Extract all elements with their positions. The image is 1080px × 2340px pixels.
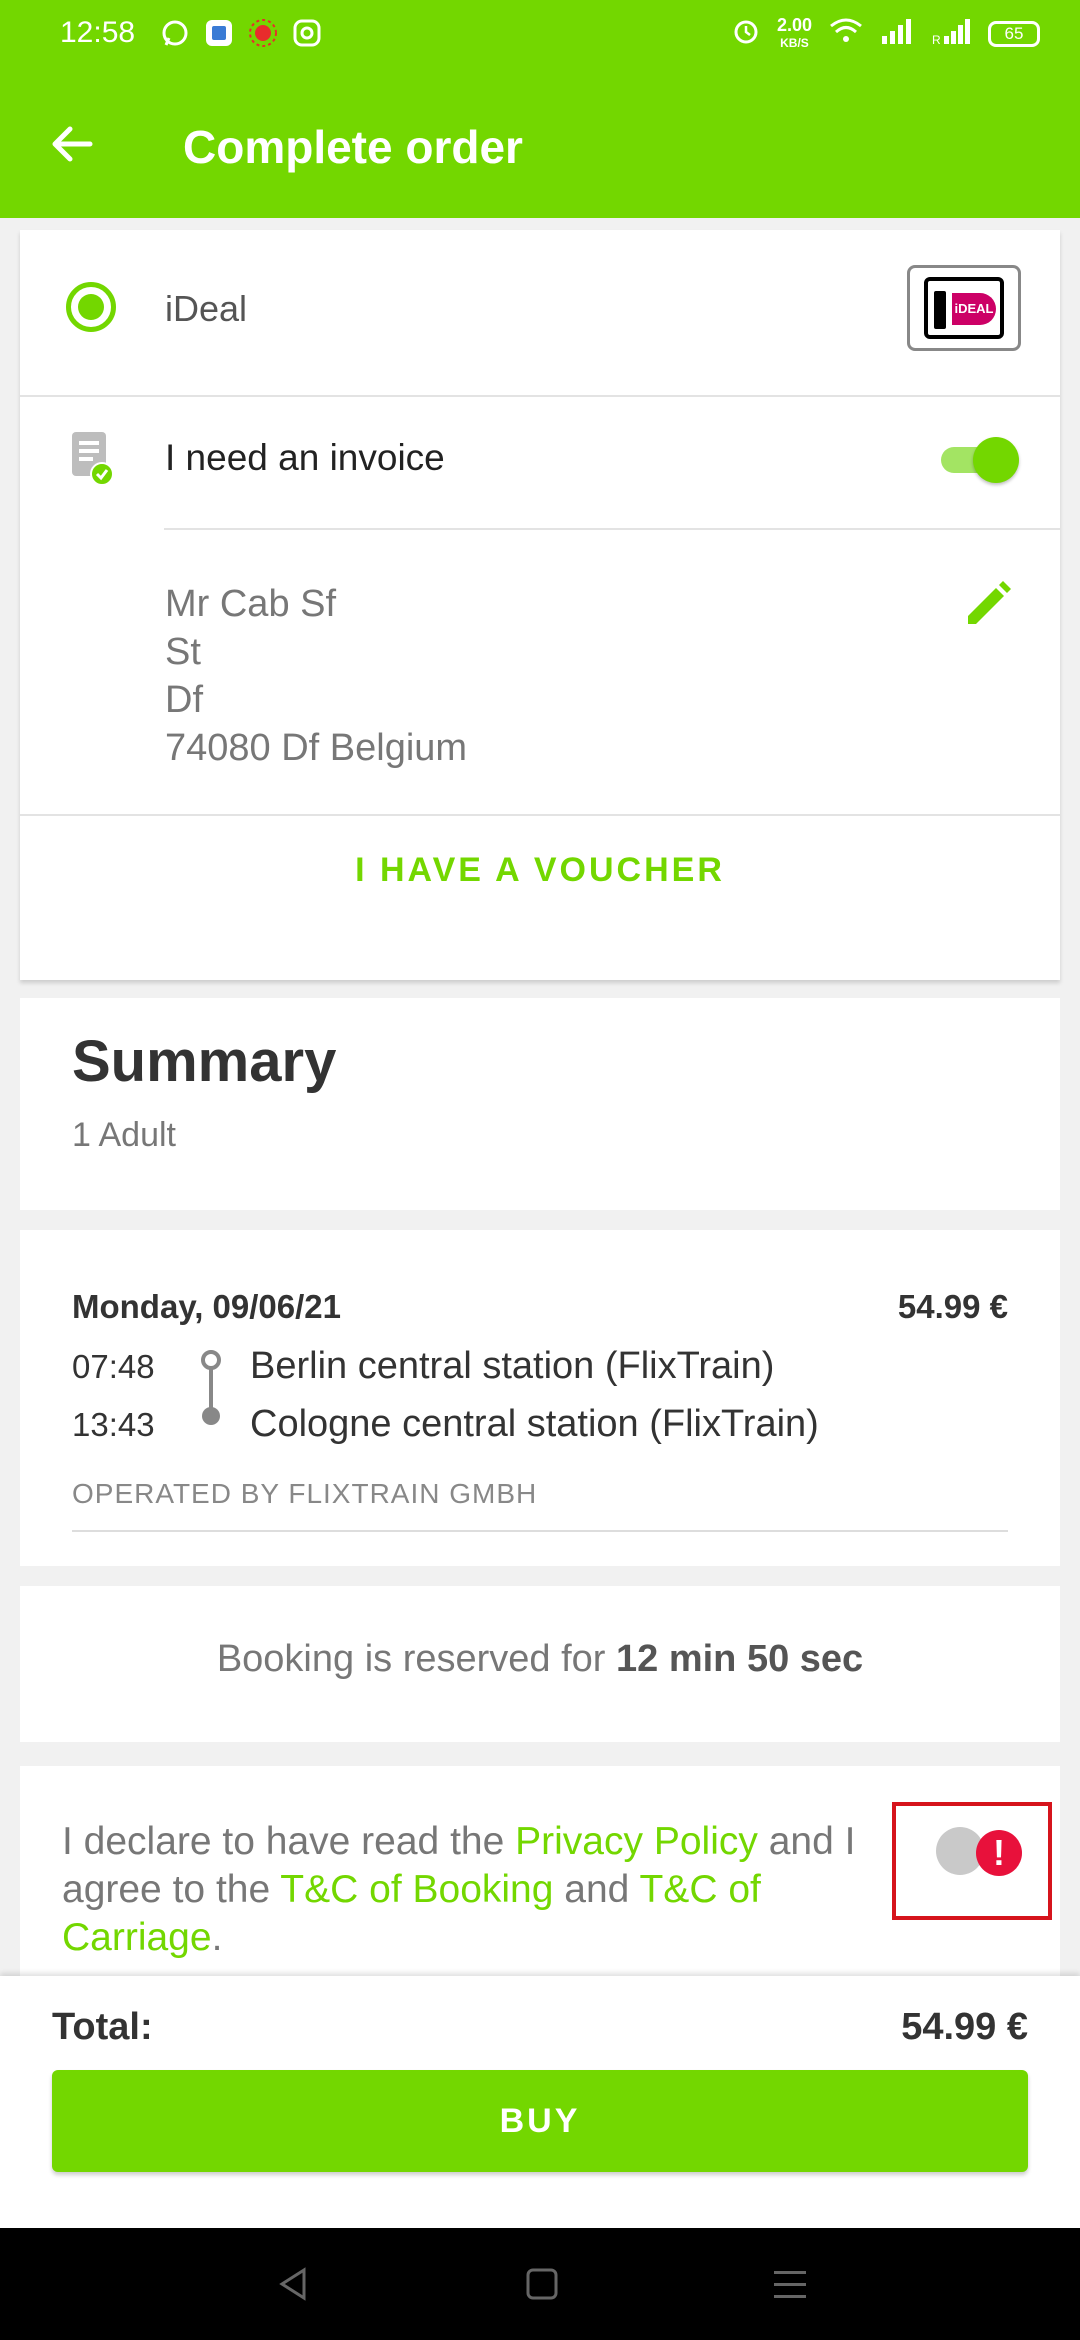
- address-line: 74080 Df Belgium: [165, 727, 468, 769]
- divider: [164, 528, 1060, 530]
- total-label: Total:: [52, 2006, 153, 2048]
- trip-price: 54.99 €: [897, 1288, 1008, 1325]
- ideal-radio[interactable]: [66, 282, 116, 332]
- total-value: 54.99 €: [901, 2006, 1028, 2048]
- page-title: Complete order: [183, 121, 523, 173]
- instagram-icon: [292, 18, 322, 48]
- arrival-time: 13:43: [72, 1406, 155, 1443]
- net-speed-value: 2.00: [776, 14, 812, 35]
- reservation-card: Booking is reserved for 12 min 50 sec: [20, 1586, 1060, 1742]
- ideal-logo-i: [934, 291, 946, 329]
- invoice-address: Mr Cab Sf St Df 74080 Df Belgium: [165, 580, 467, 772]
- summary-card: Summary 1 Adult: [20, 998, 1060, 1210]
- invoice-toggle-thumb: [973, 437, 1019, 483]
- alert-icon: !: [976, 1830, 1022, 1876]
- payment-method-label[interactable]: iDeal: [165, 288, 247, 330]
- back-arrow-icon[interactable]: [48, 120, 96, 168]
- svg-text:R: R: [932, 33, 941, 46]
- invoice-toggle[interactable]: [937, 435, 1023, 485]
- system-nav-bar: [0, 2228, 1080, 2340]
- address-line: Df: [165, 679, 203, 721]
- checkout-bar: Total: 54.99 € BUY: [0, 1976, 1080, 2228]
- privacy-policy-link[interactable]: Privacy Policy: [515, 1820, 758, 1863]
- notification-icons: [160, 18, 322, 48]
- battery-icon: 65: [988, 20, 1040, 47]
- ideal-logo-frame: iDEAL: [924, 277, 1004, 339]
- payment-card: iDeal iDEAL I need an invoice Mr Cab Sf …: [20, 230, 1060, 980]
- status-time: 12:58: [60, 16, 136, 49]
- trip-card: Monday, 09/06/21 54.99 € 07:48 Berlin ce…: [20, 1230, 1060, 1566]
- signal-icon: [880, 16, 916, 51]
- terms-text-part: I declare to have read the: [62, 1820, 516, 1863]
- app-bar: Complete order: [0, 70, 1080, 218]
- voucher-button[interactable]: I HAVE A VOUCHER: [20, 820, 1060, 920]
- buy-button[interactable]: BUY: [52, 2070, 1028, 2172]
- divider: [20, 395, 1060, 397]
- departure-station: Berlin central station (FlixTrain): [250, 1345, 775, 1387]
- summary-title: Summary: [72, 1029, 337, 1094]
- address-line: Mr Cab Sf: [165, 583, 337, 625]
- divider: [20, 814, 1060, 816]
- status-bar: 12:58 2.00 KB/S R 65: [0, 0, 1080, 70]
- terms-text-part: and: [553, 1868, 640, 1911]
- alarm-icon: [731, 16, 761, 51]
- terms-text-part: .: [211, 1916, 223, 1959]
- tc-booking-link[interactable]: T&C of Booking: [280, 1868, 553, 1911]
- terms-toggle-highlight: !: [892, 1802, 1052, 1920]
- whatsapp-icon: [160, 18, 190, 48]
- reservation-text: Booking is reserved for 12 min 50 sec: [20, 1638, 1060, 1681]
- weather-icon: [248, 18, 278, 48]
- status-indicators: 2.00 KB/S R 65: [731, 16, 1040, 51]
- app-icon: [204, 18, 234, 48]
- terms-card: I declare to have read the Privacy Polic…: [20, 1766, 1060, 1976]
- nav-back-icon[interactable]: [274, 2264, 314, 2304]
- ideal-logo: iDEAL: [907, 265, 1021, 351]
- signal-roaming-icon: R: [932, 16, 972, 51]
- reservation-timer: 12 min 50 sec: [616, 1638, 864, 1680]
- invoice-label: I need an invoice: [165, 437, 445, 478]
- route-line-icon: [196, 1350, 226, 1430]
- address-line: St: [165, 631, 201, 673]
- arrival-station: Cologne central station (FlixTrain): [250, 1403, 819, 1445]
- nav-menu-icon[interactable]: [770, 2264, 810, 2304]
- net-speed: 2.00 KB/S: [776, 14, 812, 51]
- passenger-count: 1 Adult: [72, 1116, 176, 1154]
- net-speed-unit: KB/S: [780, 35, 809, 50]
- ideal-logo-text: iDEAL: [952, 293, 996, 325]
- nav-home-icon[interactable]: [522, 2264, 562, 2304]
- wifi-icon: [828, 16, 864, 51]
- operator-label: OPERATED BY FLIXTRAIN GMBH: [72, 1478, 538, 1509]
- invoice-icon: [70, 430, 114, 486]
- trip-date: Monday, 09/06/21: [72, 1288, 342, 1325]
- reservation-prefix: Booking is reserved for: [216, 1638, 616, 1680]
- terms-text: I declare to have read the Privacy Polic…: [62, 1818, 882, 1962]
- divider: [72, 1530, 1008, 1532]
- edit-icon[interactable]: [960, 578, 1014, 632]
- departure-time: 07:48: [72, 1348, 155, 1385]
